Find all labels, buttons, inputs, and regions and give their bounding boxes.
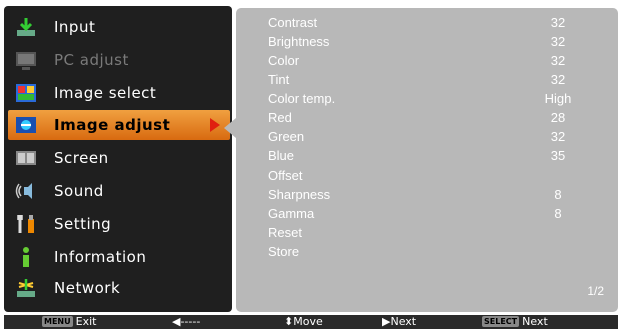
setting-value: 35	[550, 148, 566, 163]
setting-label: Color	[268, 53, 300, 68]
projector-osd: Input PC adjust Image select Image adjus…	[0, 0, 620, 329]
setting-value: 32	[550, 72, 566, 87]
menu-item-image-adjust[interactable]: Image adjust	[8, 110, 230, 140]
setting-label: Contrast	[268, 15, 318, 30]
menu-item-label: Image select	[54, 84, 157, 102]
setting-label: Gamma	[268, 206, 315, 221]
setting-value: 32	[550, 15, 566, 30]
next-hint: ▶Next	[382, 315, 417, 328]
setting-label: Reset	[268, 225, 302, 240]
setting-row-green[interactable]: Green 32	[268, 129, 578, 148]
menu-key-badge: MENU	[42, 316, 73, 327]
setting-row-color[interactable]: Color 32	[268, 53, 578, 72]
setting-value: 32	[550, 34, 566, 49]
information-icon	[14, 246, 38, 268]
setting-label: Red	[268, 110, 292, 125]
menu-item-label: Network	[54, 279, 121, 297]
menu-item-network[interactable]: Network	[8, 273, 230, 303]
menu-item-label: Image adjust	[54, 116, 171, 134]
select-key-badge: SELECT	[482, 316, 520, 327]
setting-row-blue[interactable]: Blue 35	[268, 148, 578, 167]
submenu-pointer	[224, 118, 236, 138]
setting-label: Offset	[268, 168, 303, 183]
setting-value: 8	[554, 187, 562, 202]
setting-row-red[interactable]: Red 28	[268, 110, 578, 129]
setting-row-sharpness[interactable]: Sharpness 8	[268, 187, 578, 206]
menu-item-label: Setting	[54, 215, 112, 233]
menu-item-sound[interactable]: Sound	[8, 176, 230, 206]
setting-value: 28	[550, 110, 566, 125]
input-icon	[14, 16, 38, 38]
setting-row-brightness[interactable]: Brightness 32	[268, 34, 578, 53]
setting-row-offset[interactable]: Offset	[268, 168, 578, 187]
setting-label: Brightness	[268, 34, 330, 49]
menu-item-label: Sound	[54, 182, 104, 200]
setting-row-color-temp[interactable]: Color temp. High	[268, 91, 578, 110]
image-select-icon	[14, 82, 38, 104]
setting-row-reset[interactable]: Reset	[268, 225, 578, 244]
selected-arrow-icon	[210, 118, 220, 132]
menu-item-label: Input	[54, 18, 96, 36]
menu-item-setting[interactable]: Setting	[8, 209, 230, 239]
back-hint: ◀-----	[172, 315, 201, 328]
setting-icon	[14, 213, 38, 235]
menu-item-information[interactable]: Information	[8, 242, 230, 272]
menu-item-pc-adjust[interactable]: PC adjust	[8, 45, 230, 75]
menu-item-label: PC adjust	[54, 51, 129, 69]
page-indicator: 1/2	[587, 284, 604, 298]
main-menu: Input PC adjust Image select Image adjus…	[4, 6, 232, 312]
setting-label: Tint	[268, 72, 290, 87]
menu-item-image-select[interactable]: Image select	[8, 78, 230, 108]
setting-value: High	[544, 91, 572, 106]
exit-label: Exit	[75, 315, 97, 328]
setting-label: Sharpness	[268, 187, 331, 202]
setting-value: 32	[550, 53, 566, 68]
setting-value: 32	[550, 129, 566, 144]
setting-label: Blue	[268, 148, 295, 163]
pc-adjust-icon	[14, 49, 38, 71]
setting-row-gamma[interactable]: Gamma 8	[268, 206, 578, 225]
network-icon	[14, 277, 38, 299]
setting-label: Green	[268, 129, 305, 144]
menu-item-input[interactable]: Input	[8, 12, 230, 42]
setting-row-contrast[interactable]: Contrast 32	[268, 15, 578, 34]
menu-item-screen[interactable]: Screen	[8, 143, 230, 173]
select-next-hint: SELECT Next	[482, 315, 548, 329]
menu-item-label: Information	[54, 248, 147, 266]
setting-label: Color temp.	[268, 91, 336, 106]
move-hint: ⬍Move	[284, 315, 323, 328]
setting-value: 8	[554, 206, 562, 221]
exit-hint: MENU Exit	[42, 315, 96, 329]
setting-label: Store	[268, 244, 300, 259]
setting-row-tint[interactable]: Tint 32	[268, 72, 578, 91]
screen-icon	[14, 147, 38, 169]
key-guide-bar: MENU Exit ◀----- ⬍Move ▶Next SELECT Next	[4, 315, 618, 329]
menu-item-label: Screen	[54, 149, 109, 167]
image-adjust-panel: Contrast 32 Brightness 32 Color 32 Tint …	[236, 8, 618, 312]
select-next-label: Next	[522, 315, 548, 328]
setting-row-store[interactable]: Store	[268, 244, 578, 263]
image-adjust-icon	[14, 114, 38, 136]
sound-icon	[14, 180, 38, 202]
